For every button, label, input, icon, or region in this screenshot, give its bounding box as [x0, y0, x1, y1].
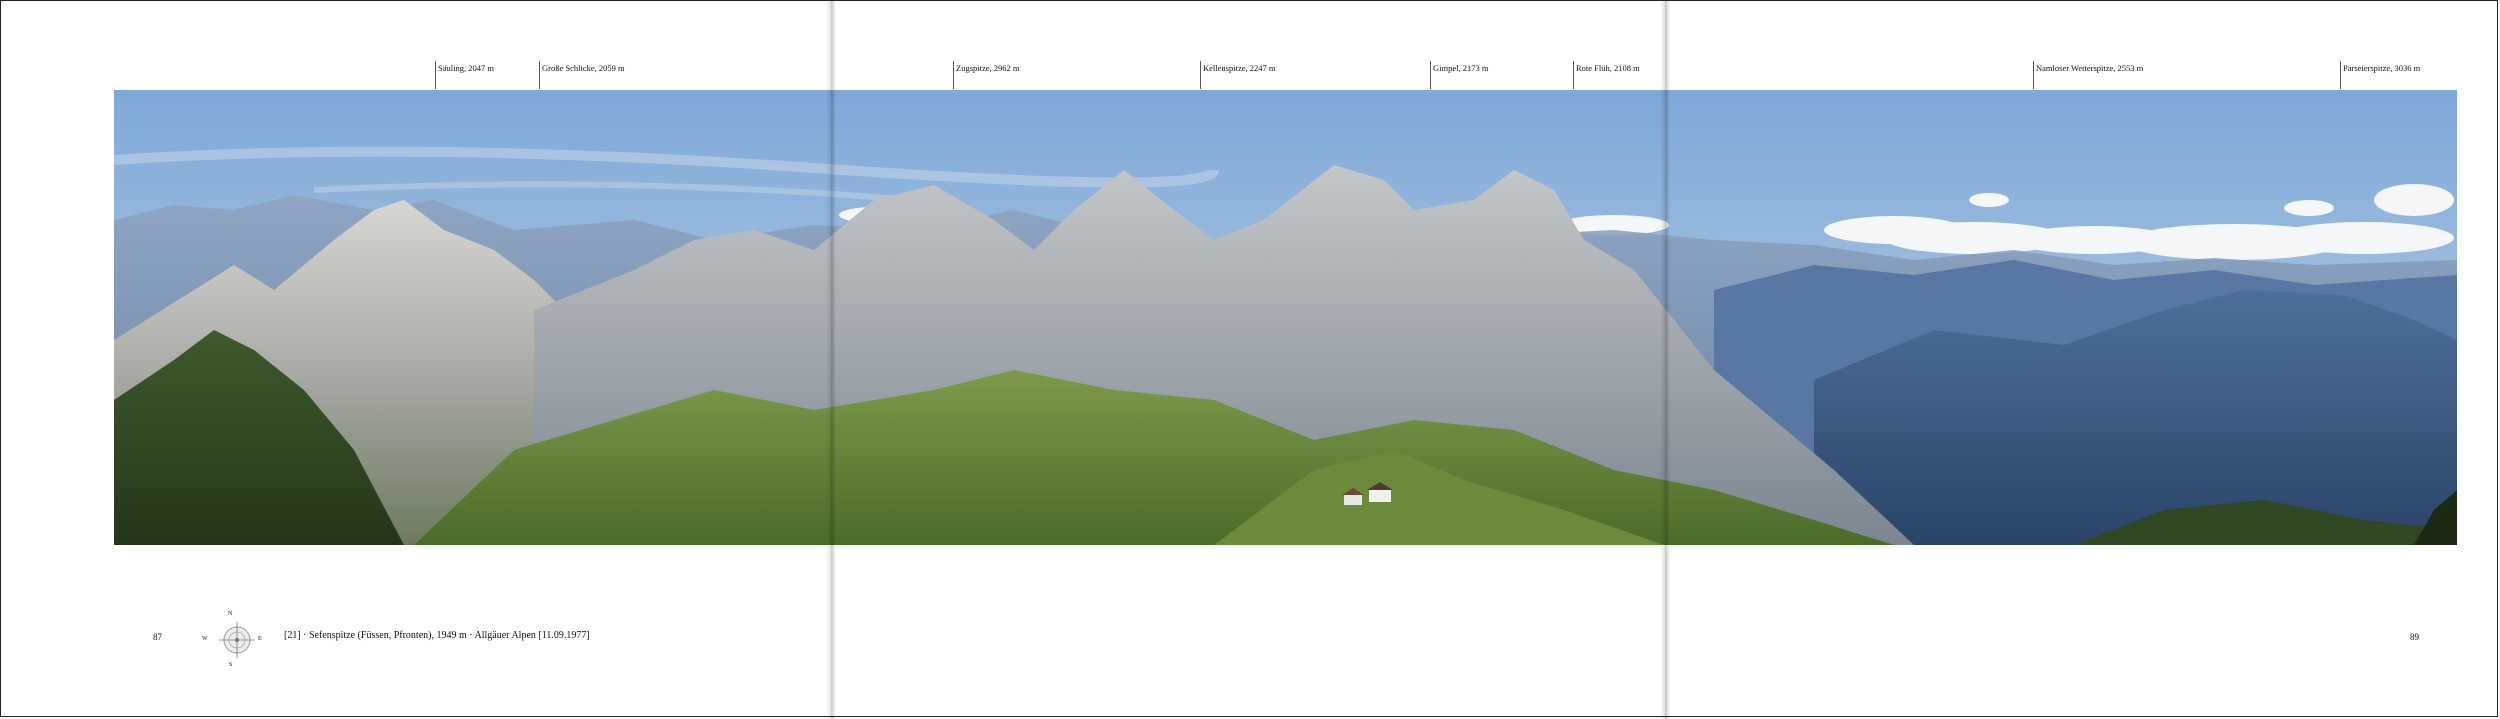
- left-page-number: 87: [153, 632, 162, 642]
- compass-west-label: W: [202, 636, 208, 642]
- peak-label-gimpel: Gimpel, 2173 m: [1430, 61, 1488, 89]
- right-page-number: 89: [2410, 632, 2419, 642]
- peak-label-kellenspitze: Kellenspitze, 2247 m: [1200, 61, 1275, 89]
- compass-east-label: E: [258, 636, 262, 642]
- panorama-photo: [114, 90, 2457, 545]
- panorama-caption: [21] · Sefenspitze (Füssen, Pfronten), 1…: [284, 630, 590, 641]
- peak-label-rote-flueh: Rote Flüh, 2108 m: [1573, 61, 1640, 89]
- compass-south-label: S: [229, 662, 233, 668]
- page-gutter-shadow: [1660, 0, 1670, 719]
- peak-label-zugspitze: Zugspitze, 2962 m: [953, 61, 1020, 89]
- peak-label-parseierspitze: Parseierspitze, 3036 m: [2340, 61, 2420, 89]
- peak-label-grosse-schlicke: Große Schlicke, 2059 m: [539, 61, 625, 89]
- peak-label-saeuling: Säuling, 2047 m: [435, 61, 494, 89]
- peak-label-namloser-wetterspitze: Namloser Wetterspitze, 2553 m: [2033, 61, 2143, 89]
- compass-north-label: N: [228, 611, 233, 617]
- page-gutter-shadow: [826, 0, 836, 719]
- compass-rose-icon: N S W E: [200, 610, 270, 670]
